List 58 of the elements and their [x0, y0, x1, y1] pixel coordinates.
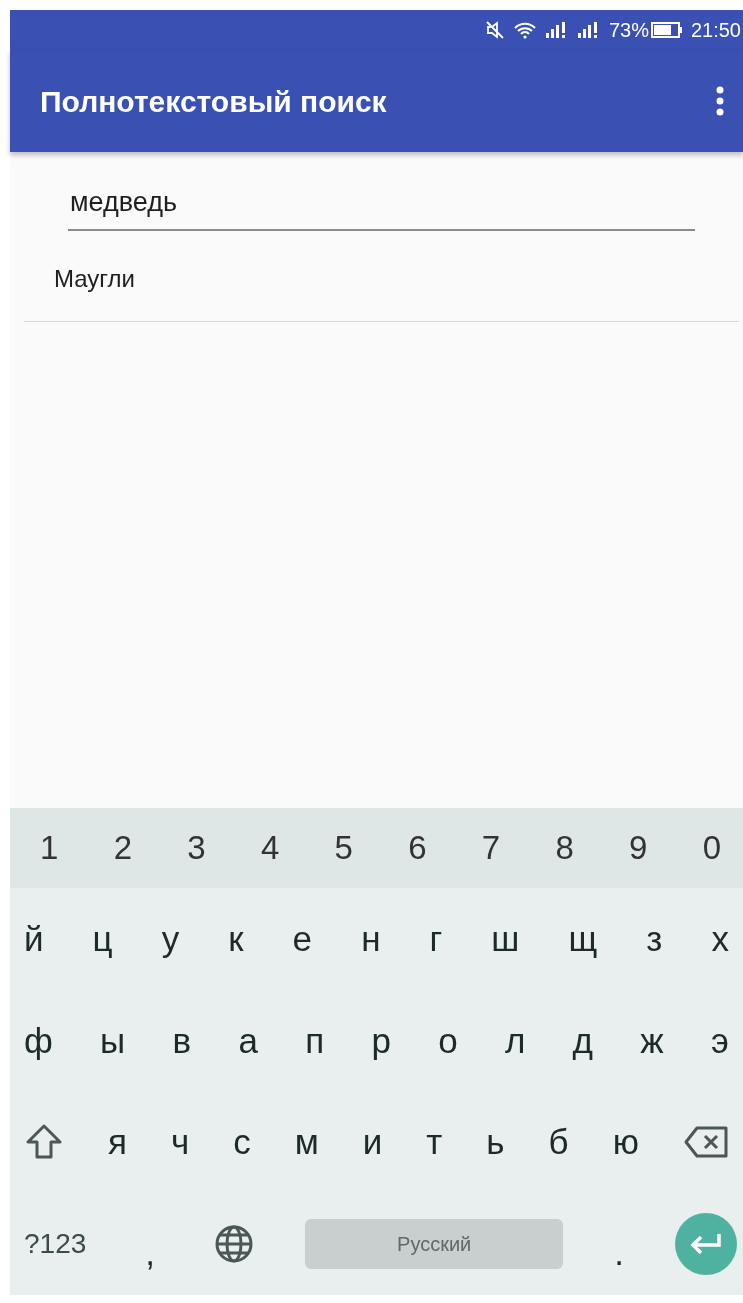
letter-key[interactable]: ч	[162, 1121, 198, 1164]
app-title: Полнотекстовый поиск	[40, 83, 387, 120]
letter-key[interactable]: э	[703, 1019, 737, 1062]
letter-key[interactable]: г	[421, 917, 451, 960]
letter-key[interactable]: ы	[92, 1019, 134, 1062]
period-key[interactable]: .	[606, 1214, 632, 1275]
letter-key[interactable]: н	[353, 917, 389, 960]
comma-key[interactable]: ,	[137, 1214, 164, 1275]
battery-percent: 73%	[608, 18, 649, 43]
number-key[interactable]: 7	[473, 828, 509, 868]
number-key[interactable]: 9	[621, 828, 656, 868]
mute-icon	[484, 20, 505, 40]
enter-icon	[689, 1232, 723, 1257]
letter-key[interactable]: д	[564, 1019, 602, 1062]
number-key[interactable]: 5	[326, 828, 361, 868]
letter-key[interactable]: м	[286, 1121, 327, 1164]
letter-key[interactable]: п	[297, 1019, 333, 1062]
space-key[interactable]: Русский	[305, 1219, 564, 1270]
letter-key[interactable]: з	[638, 917, 671, 960]
letter-key[interactable]: у	[153, 917, 188, 960]
clock-time: 21:50	[690, 18, 741, 43]
search-field[interactable]: медведь	[68, 182, 695, 231]
letter-key[interactable]: р	[363, 1019, 399, 1062]
letter-key[interactable]: к	[220, 917, 252, 960]
letter-key[interactable]: т	[418, 1121, 451, 1164]
letter-key[interactable]: в	[164, 1019, 200, 1062]
number-key[interactable]: 6	[400, 828, 435, 868]
letter-key[interactable]: ш	[483, 917, 528, 960]
letter-key[interactable]: б	[540, 1121, 577, 1164]
letter-key[interactable]: о	[430, 1019, 466, 1062]
number-key[interactable]: 1	[32, 828, 67, 868]
symbols-key[interactable]: ?123	[16, 1227, 95, 1261]
letter-key[interactable]: и	[354, 1121, 391, 1164]
letter-key[interactable]: а	[230, 1019, 266, 1062]
letter-key[interactable]: ф	[16, 1019, 61, 1062]
number-key[interactable]: 2	[105, 828, 140, 868]
letter-key[interactable]: е	[284, 917, 321, 960]
globe-icon	[214, 1224, 255, 1265]
result-title[interactable]: Маугли	[54, 264, 135, 292]
letter-key[interactable]: щ	[560, 917, 606, 960]
letter-key[interactable]: л	[496, 1019, 534, 1062]
backspace-icon	[682, 1125, 729, 1160]
number-key[interactable]: 3	[179, 828, 214, 868]
letter-key[interactable]: ю	[604, 1121, 647, 1164]
shift-icon	[24, 1123, 64, 1162]
letter-key[interactable]: й	[16, 917, 52, 960]
wifi-icon	[512, 20, 537, 40]
number-key[interactable]: 0	[694, 828, 729, 868]
battery-icon	[650, 21, 683, 39]
number-key[interactable]: 8	[547, 828, 582, 868]
letter-key[interactable]: х	[703, 917, 737, 960]
overflow-menu-icon[interactable]	[715, 85, 725, 117]
letter-key[interactable]: ж	[632, 1019, 672, 1062]
letter-key[interactable]: ц	[84, 917, 121, 960]
number-key[interactable]: 4	[252, 828, 288, 868]
letter-key[interactable]: с	[225, 1121, 259, 1164]
letter-key[interactable]: я	[100, 1121, 135, 1164]
letter-key[interactable]: ь	[478, 1121, 513, 1164]
